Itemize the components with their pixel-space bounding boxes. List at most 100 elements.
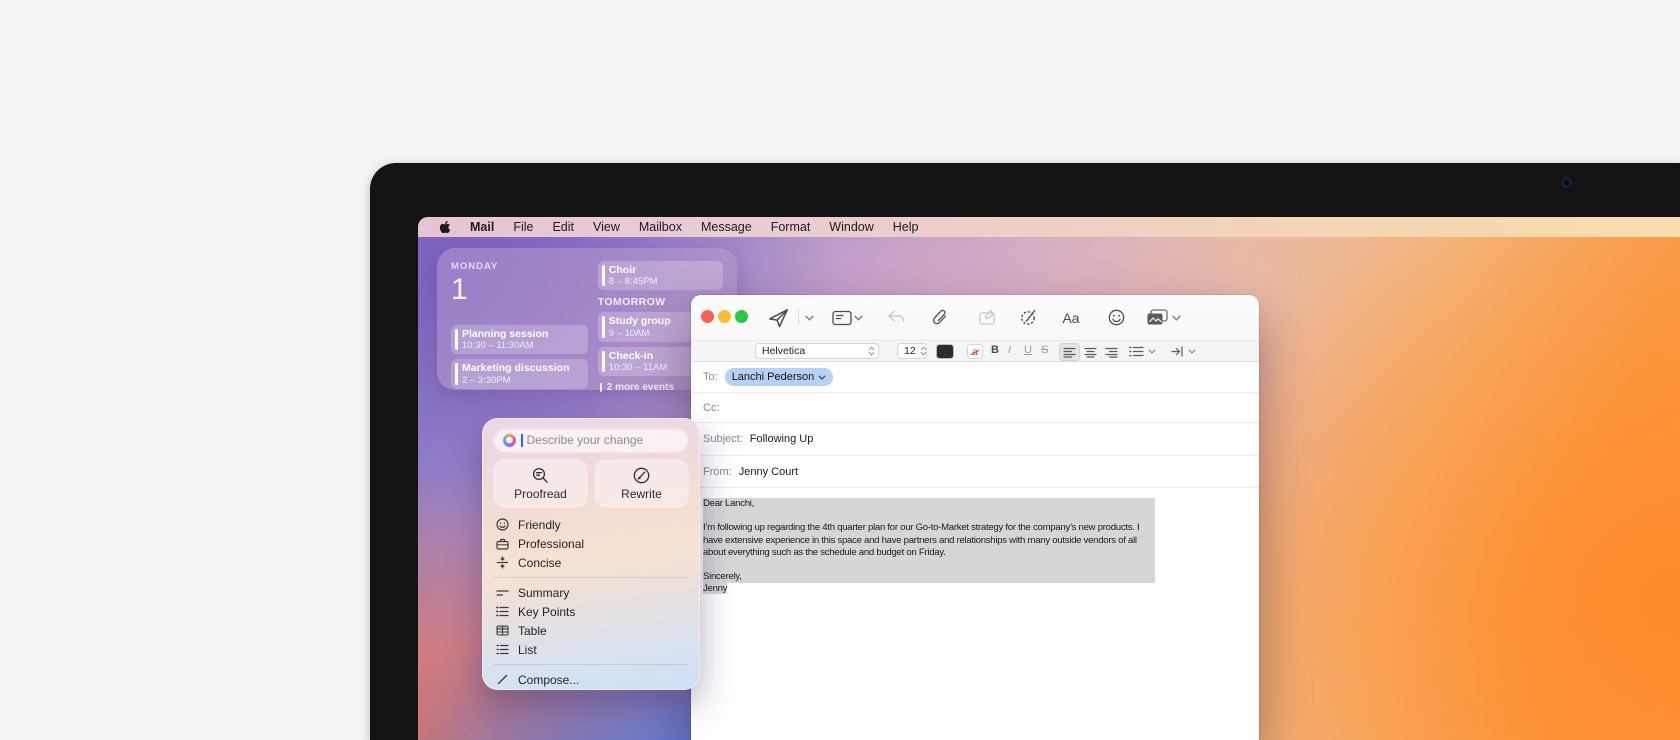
menu-item-format[interactable]: Format: [771, 217, 811, 237]
menu-item-key-points[interactable]: Key Points: [494, 602, 688, 621]
font-size-stepper[interactable]: [916, 346, 927, 356]
menu-item-professional[interactable]: Professional: [494, 534, 688, 553]
minimize-window-button[interactable]: [718, 310, 731, 323]
menu-item-message[interactable]: Message: [701, 217, 752, 237]
key-points-icon: [494, 606, 510, 617]
chevron-down-icon: [805, 315, 814, 321]
align-left-button[interactable]: [1059, 343, 1080, 361]
font-family-stepper[interactable]: [864, 346, 875, 356]
body-line: I’m following up regarding the 4th quart…: [703, 522, 1155, 534]
photos-icon: [1146, 309, 1168, 326]
italic-button[interactable]: I: [1008, 344, 1011, 356]
list-style-button[interactable]: [1129, 346, 1156, 357]
smiley-icon: [494, 518, 510, 531]
rewrite-button[interactable]: Rewrite: [595, 460, 688, 507]
calendar-event[interactable]: Planning session 10:30 – 11:30AM: [451, 325, 588, 354]
calendar-event[interactable]: Choir 8 – 8:45PM: [598, 261, 723, 290]
apple-menu-icon[interactable]: [439, 220, 451, 234]
mac-screen: Mail File Edit View Mailbox Message Form…: [418, 217, 1680, 740]
menu-bar: Mail File Edit View Mailbox Message Form…: [418, 217, 1680, 237]
event-title: Planning session: [462, 328, 581, 340]
menu-item-friendly[interactable]: Friendly: [494, 515, 688, 534]
subject-field[interactable]: Subject: Following Up: [691, 423, 1259, 456]
underline-button[interactable]: U: [1024, 344, 1032, 356]
image-playground-button[interactable]: [1015, 295, 1041, 340]
from-field[interactable]: From: Jenny Court: [691, 456, 1259, 488]
text-caret: [521, 434, 523, 447]
event-title: Marketing discussion: [462, 362, 581, 374]
menu-item-mailbox[interactable]: Mailbox: [639, 217, 682, 237]
menu-divider: [494, 577, 688, 578]
emoji-smiley-icon: [1108, 309, 1125, 326]
event-time: 10:30 – 11:30AM: [462, 340, 581, 351]
indent-button[interactable]: [1171, 346, 1196, 357]
calendar-event[interactable]: Marketing discussion 2 – 3:30PM: [451, 359, 588, 388]
paper-plane-icon: [768, 308, 789, 328]
menu-item-summary[interactable]: Summary: [494, 583, 688, 602]
recipient-token[interactable]: Lanchi Pederson: [725, 368, 834, 386]
send-options-chevron[interactable]: [802, 295, 816, 340]
table-icon: [494, 625, 510, 636]
toolbar-separator: [798, 310, 799, 325]
body-line-blank: [703, 559, 1155, 571]
chevron-down-icon: [1188, 349, 1196, 354]
cc-field[interactable]: Cc:: [691, 393, 1259, 423]
webcam-dot: [1562, 178, 1571, 187]
paperclip-icon: [932, 309, 948, 327]
mac-display-bezel: Mail File Edit View Mailbox Message Form…: [370, 163, 1680, 740]
photo-browser-button[interactable]: [1143, 295, 1171, 340]
header-fields-chevron[interactable]: [851, 295, 865, 340]
menu-item-compose[interactable]: Compose...: [494, 670, 688, 689]
emoji-button[interactable]: [1103, 295, 1129, 340]
input-placeholder: Describe your change: [527, 433, 644, 447]
chevron-down-icon: [818, 375, 826, 380]
menu-item-mail[interactable]: Mail: [470, 217, 494, 237]
menu-item-concise[interactable]: Concise: [494, 553, 688, 572]
format-button[interactable]: Aa: [1057, 295, 1085, 340]
close-window-button[interactable]: [701, 310, 714, 323]
to-field[interactable]: To: Lanchi Pederson: [691, 362, 1259, 393]
menu-item-file[interactable]: File: [513, 217, 533, 237]
proofread-button[interactable]: Proofread: [494, 460, 587, 507]
cc-label: Cc:: [703, 402, 720, 414]
attach-button[interactable]: [927, 295, 953, 340]
menu-item-list[interactable]: List: [494, 640, 688, 659]
event-title: Choir: [609, 264, 716, 276]
recipient-name: Lanchi Pederson: [732, 371, 815, 383]
highlight-color-swatch[interactable]: a: [967, 344, 983, 359]
summary-icon: [494, 588, 510, 598]
list-style-icon: [1129, 346, 1144, 357]
strikethrough-button[interactable]: S: [1041, 344, 1048, 356]
font-family-select[interactable]: Helvetica: [755, 343, 879, 359]
body-line: about everything such as the schedule an…: [703, 547, 1155, 559]
subject-label: Subject:: [703, 433, 743, 445]
font-size-select[interactable]: 12: [897, 343, 927, 359]
calendar-today-column: MONDAY 1 Planning session 10:30 – 11:30A…: [451, 261, 594, 377]
menu-item-help[interactable]: Help: [893, 217, 919, 237]
align-center-button[interactable]: [1080, 343, 1101, 361]
zoom-window-button[interactable]: [735, 310, 748, 323]
text-color-swatch[interactable]: [936, 344, 954, 359]
menu-item-view[interactable]: View: [593, 217, 620, 237]
briefcase-icon: [494, 538, 510, 550]
format-aa-icon: Aa: [1062, 310, 1079, 326]
to-label: To:: [703, 371, 718, 383]
menu-item-table[interactable]: Table: [494, 621, 688, 640]
body-line-signature: Jenny: [703, 583, 1247, 595]
align-right-button[interactable]: [1101, 343, 1122, 361]
send-button[interactable]: [764, 295, 792, 340]
format-bar: Helvetica 12: [691, 340, 1259, 362]
event-time: 8 – 8:45PM: [609, 276, 716, 287]
describe-change-input[interactable]: Describe your change: [494, 428, 688, 452]
menu-item-edit[interactable]: Edit: [552, 217, 574, 237]
list-icon: [494, 644, 510, 655]
marketing-canvas: Mail File Edit View Mailbox Message Form…: [0, 0, 1680, 740]
photo-browser-chevron[interactable]: [1169, 295, 1183, 340]
message-body-editor[interactable]: Dear Lanchi, I’m following up regarding …: [691, 488, 1259, 596]
bold-button[interactable]: B: [991, 344, 999, 356]
align-right-icon: [1105, 347, 1118, 358]
chevron-down-icon: [1148, 349, 1156, 354]
header-fields-icon: [832, 310, 852, 326]
font-family-value: Helvetica: [762, 345, 805, 357]
menu-item-window[interactable]: Window: [829, 217, 873, 237]
